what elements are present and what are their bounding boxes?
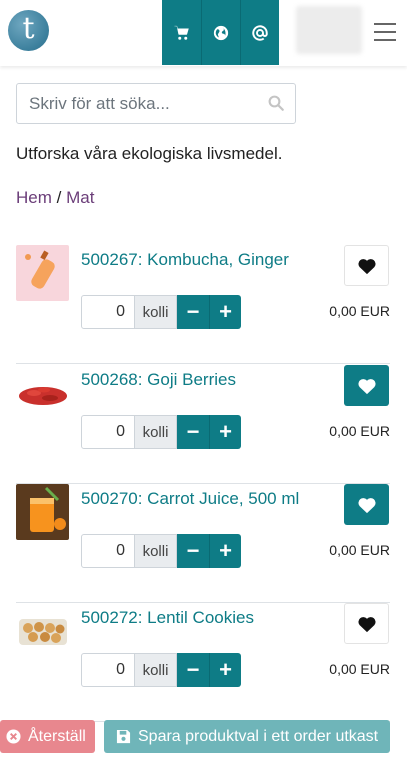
favorite-button[interactable]: [344, 245, 389, 286]
breadcrumb-current[interactable]: Mat: [66, 188, 94, 207]
favorite-button[interactable]: [344, 365, 389, 406]
product-price: 0,00 EUR: [329, 423, 390, 439]
search-box: [16, 83, 296, 124]
cart-button[interactable]: [162, 0, 201, 65]
favorite-button[interactable]: [344, 603, 389, 644]
unit-label: kolli: [135, 653, 177, 687]
decrease-button[interactable]: −: [177, 534, 209, 568]
top-navbar: t: [0, 0, 407, 66]
unit-label: kolli: [135, 415, 177, 449]
quantity-input[interactable]: [81, 653, 135, 687]
quantity-stepper: kolli − +: [81, 534, 241, 568]
contact-button[interactable]: [240, 0, 279, 65]
search-icon[interactable]: [267, 94, 285, 112]
save-label: Spara produktval i ett order utkast: [138, 727, 379, 745]
increase-button[interactable]: +: [209, 653, 241, 687]
breadcrumb-separator: /: [56, 188, 62, 207]
product-image[interactable]: [16, 484, 69, 540]
cart-icon: [174, 25, 189, 40]
quantity-input[interactable]: [81, 534, 135, 568]
increase-button[interactable]: +: [209, 534, 241, 568]
product-row: 500272: Lentil Cookies kolli − + 0,00 EU…: [16, 603, 390, 722]
search-input[interactable]: [17, 84, 295, 123]
decrease-button[interactable]: −: [177, 653, 209, 687]
product-image[interactable]: [16, 603, 69, 659]
product-name[interactable]: 500268: Goji Berries: [81, 370, 236, 390]
quantity-input[interactable]: [81, 415, 135, 449]
intro-text: Utforska våra ekologiska livsmedel.: [16, 144, 283, 163]
product-image[interactable]: [16, 365, 69, 421]
decrease-button[interactable]: −: [177, 415, 209, 449]
product-name[interactable]: 500267: Kombucha, Ginger: [81, 250, 289, 270]
quantity-stepper: kolli − +: [81, 415, 241, 449]
close-circle-icon: [6, 729, 21, 744]
product-name[interactable]: 500272: Lentil Cookies: [81, 608, 254, 628]
heart-icon: [357, 616, 376, 632]
quantity-input[interactable]: [81, 295, 135, 329]
product-row: 500267: Kombucha, Ginger kolli − + 0,00 …: [16, 245, 390, 364]
reset-label: Återställ: [28, 727, 86, 745]
decrease-button[interactable]: −: [177, 295, 209, 329]
increase-button[interactable]: +: [209, 295, 241, 329]
product-price: 0,00 EUR: [329, 303, 390, 319]
language-button[interactable]: [201, 0, 240, 65]
product-name[interactable]: 500270: Carrot Juice, 500 ml: [81, 489, 299, 509]
heart-icon: [357, 497, 376, 513]
unit-label: kolli: [135, 534, 177, 568]
favorite-button[interactable]: [344, 484, 389, 525]
hamburger-icon[interactable]: [374, 23, 396, 41]
breadcrumb-home[interactable]: Hem: [16, 188, 52, 207]
increase-button[interactable]: +: [209, 415, 241, 449]
quantity-stepper: kolli − +: [81, 295, 241, 329]
reset-button[interactable]: Återställ: [0, 720, 95, 753]
product-row: 500270: Carrot Juice, 500 ml kolli − + 0…: [16, 484, 390, 603]
heart-icon: [357, 258, 376, 274]
save-icon: [116, 729, 131, 744]
product-image[interactable]: [16, 245, 69, 301]
product-price: 0,00 EUR: [329, 542, 390, 558]
product-price: 0,00 EUR: [329, 661, 390, 677]
product-row: 500268: Goji Berries kolli − + 0,00 EUR: [16, 365, 390, 484]
unit-label: kolli: [135, 295, 177, 329]
breadcrumb: Hem / Mat: [16, 188, 94, 208]
save-draft-button[interactable]: Spara produktval i ett order utkast: [104, 720, 390, 753]
avatar[interactable]: [296, 6, 362, 54]
logo[interactable]: t: [8, 10, 49, 51]
quantity-stepper: kolli − +: [81, 653, 241, 687]
heart-icon: [357, 378, 376, 394]
globe-icon: [213, 25, 229, 40]
at-icon: [252, 24, 268, 41]
